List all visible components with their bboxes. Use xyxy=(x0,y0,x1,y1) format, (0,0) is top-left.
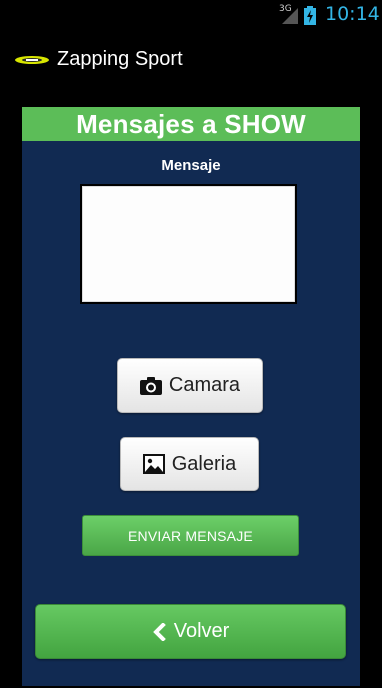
back-button-label: Volver xyxy=(173,620,230,642)
send-message-button[interactable]: ENVIAR MENSAJE xyxy=(82,515,299,556)
camera-button[interactable]: Camara xyxy=(117,358,263,413)
panel-title: Mensajes a SHOW xyxy=(76,108,306,139)
camera-icon xyxy=(139,376,162,395)
app-title: Zapping Sport xyxy=(57,48,183,70)
action-bar: Zapping Sport xyxy=(0,33,382,88)
message-label: Mensaje xyxy=(161,157,221,174)
chevron-left-icon xyxy=(152,622,166,641)
send-message-button-label: ENVIAR MENSAJE xyxy=(128,527,253,544)
camera-button-label: Camara xyxy=(168,374,241,396)
clock: 10:14 xyxy=(325,3,380,25)
back-button[interactable]: Volver xyxy=(35,604,346,659)
panel-header: Mensajes a SHOW xyxy=(22,107,360,141)
gallery-button-label: Galeria xyxy=(171,452,237,475)
signal-icon xyxy=(282,8,298,24)
messages-panel: Mensajes a SHOW Mensaje Camara Galeria E… xyxy=(22,107,360,686)
message-input[interactable] xyxy=(80,184,297,304)
image-icon xyxy=(142,454,165,474)
app-logo-icon xyxy=(15,56,49,64)
status-bar: 3G 10:14 xyxy=(0,0,382,33)
battery-charging-icon xyxy=(304,6,316,25)
gallery-button[interactable]: Galeria xyxy=(120,437,259,491)
